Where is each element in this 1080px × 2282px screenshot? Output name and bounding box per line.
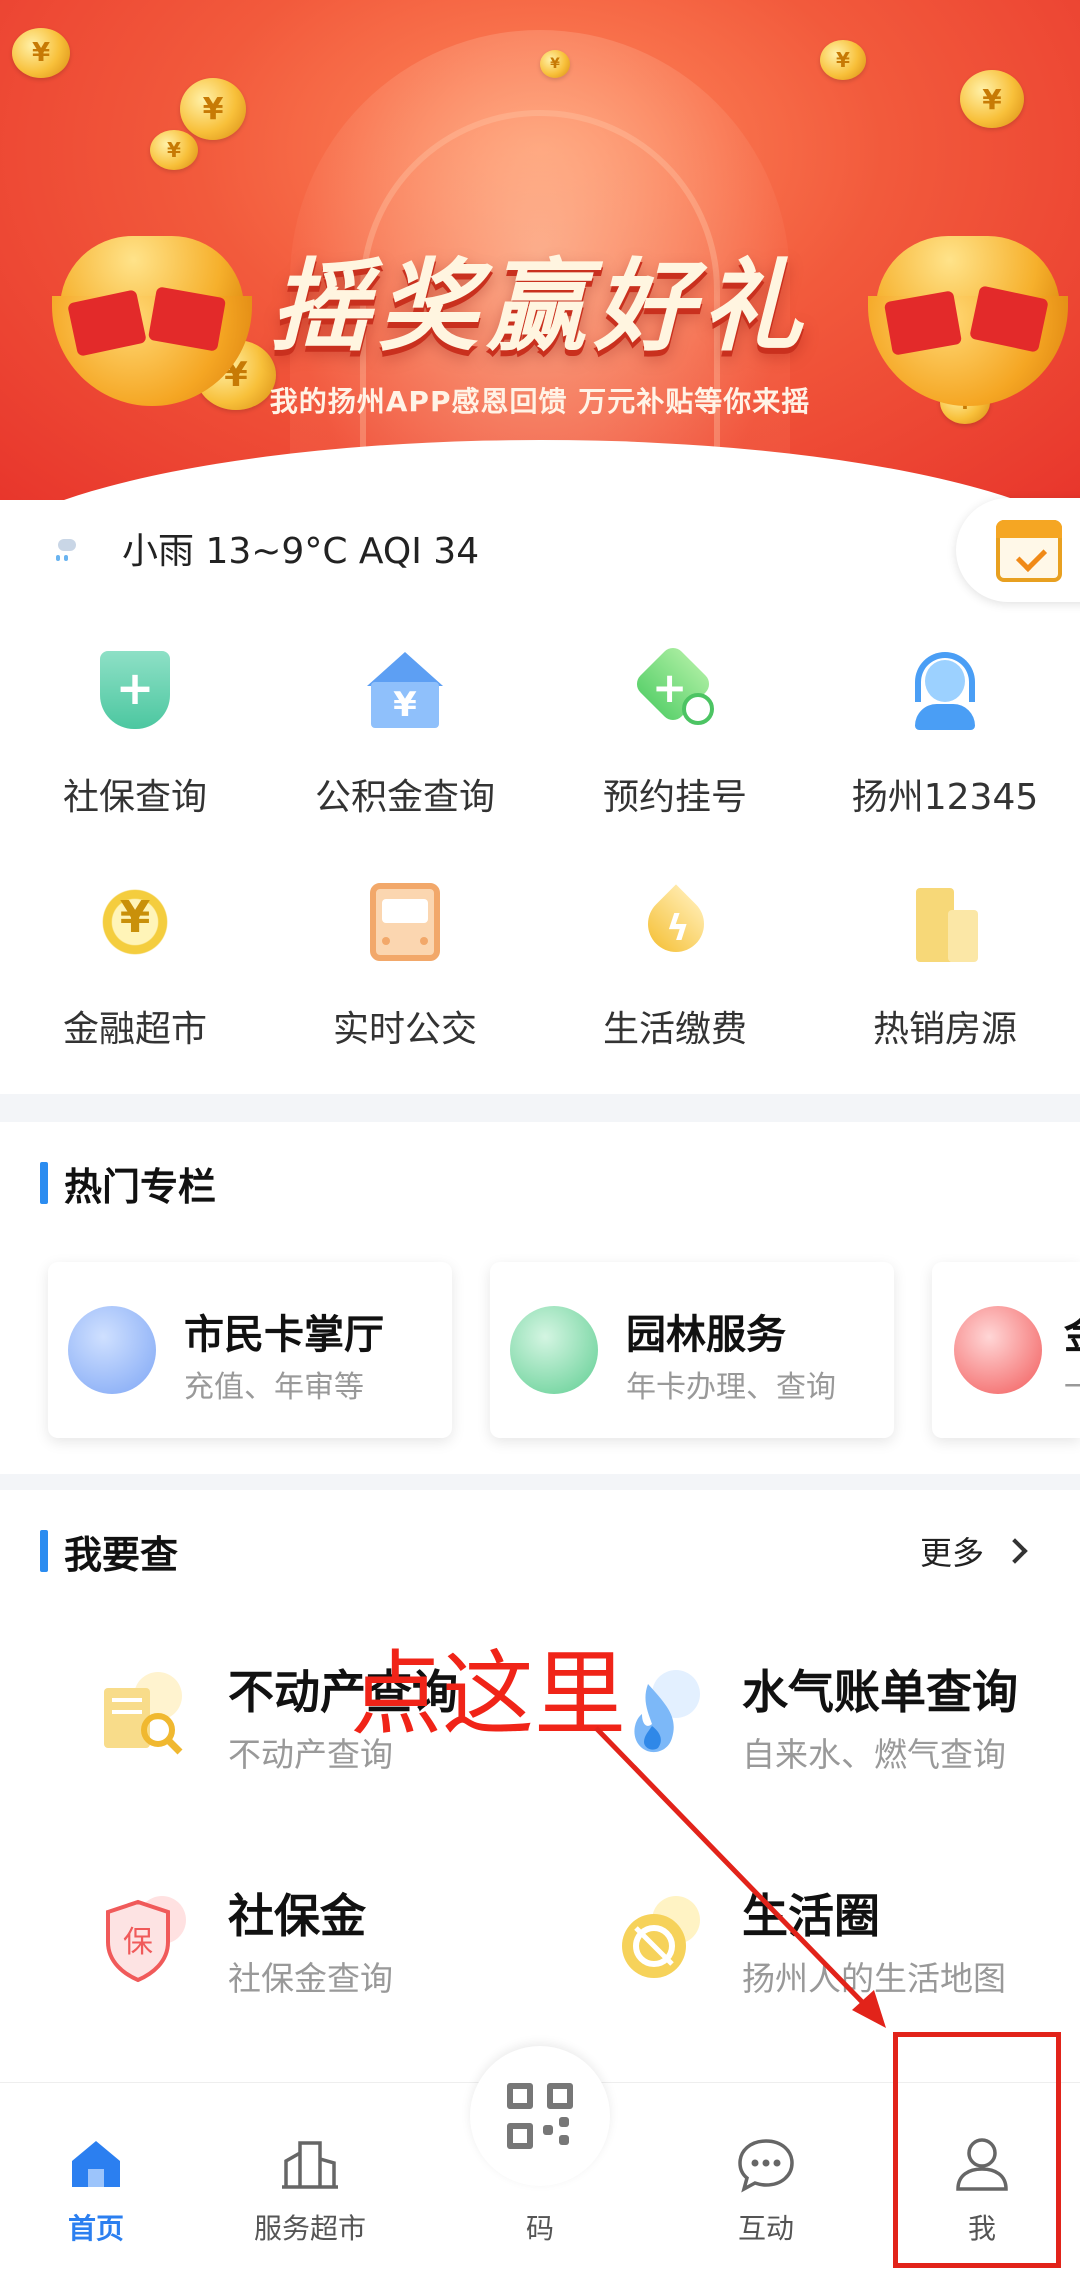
tab-interaction[interactable]: 互动 [686,2133,846,2247]
query-subtitle: 自来水、燃气查询 [742,1735,1006,1774]
hot-section-title: 热门专栏 [40,1160,216,1209]
coin-icon: ¥ [12,28,70,78]
section-accent-bar [40,1530,48,1572]
card-title: 市民卡掌厅 [184,1312,384,1358]
svg-text:保: 保 [123,1925,153,1960]
coin-icon: ¥ [820,40,866,80]
weather-bar[interactable]: 小雨 13~9°C AQI 34 [52,522,479,574]
service-utility-payment[interactable]: ϟ 生活缴费 [540,882,810,1082]
service-bus[interactable]: 实时公交 [270,882,540,1082]
section-divider [0,1474,1080,1490]
bus-icon [365,882,445,962]
section-accent-bar [40,1162,48,1204]
hotline-icon [905,650,985,730]
city-icon [280,2133,340,2193]
calendar-check-icon [996,520,1062,582]
tab-label: 服务超市 [253,2212,366,2245]
rain-cloud-icon [52,533,82,563]
finance-icon [95,882,175,962]
banner-subtitle: 我的扬州APP感恩回馈 万元补贴等你来摇 [269,385,811,418]
query-title: 水气账单查询 [742,1665,1018,1719]
query-subtitle: 扬州人的生活地图 [742,1959,1006,1998]
tab-label: 码 [525,2212,554,2245]
banner-bottom-curve [0,440,1080,500]
service-label: 生活缴费 [602,1009,747,1050]
service-label: 热销房源 [872,1009,1017,1050]
service-hotline[interactable]: 扬州12345 [810,650,1080,850]
chevron-right-icon [1002,1538,1028,1564]
section-divider [0,1094,1080,1122]
query-subtitle: 社保金查询 [228,1959,393,1998]
service-appointment[interactable]: + 预约挂号 [540,642,810,850]
service-label: 实时公交 [332,1009,477,1050]
money-bag-icon [954,1306,1042,1394]
banner-title: 摇奖赢好礼 [270,248,810,365]
tab-home[interactable]: 首页 [16,2133,176,2247]
service-label: 社保查询 [62,777,207,818]
coin-icon: ¥ [150,130,198,170]
card-title: 金 [1064,1302,1080,1360]
tab-label: 互动 [737,2212,794,2245]
card-subtitle: 一 [1064,1370,1080,1405]
query-item-life-circle[interactable]: 生活圈 扬州人的生活地图 [612,1880,1080,2020]
annotation-highlight-box [893,2032,1061,2268]
query-section-title: 我要查 [40,1528,178,1577]
hot-card-citizen-card[interactable]: 市民卡掌厅 充值、年审等 [48,1262,452,1438]
tree-icon [510,1306,598,1394]
query-title: 生活圈 [742,1889,880,1943]
service-housing-fund[interactable]: ¥ 公积金查询 [270,650,540,850]
housing-fund-icon: ¥ [365,650,445,730]
flame-icon [612,1666,712,1766]
life-circle-icon [612,1890,712,1990]
query-item-social-fund[interactable]: 保 社保金 社保金查询 [98,1880,598,2020]
tab-label: 首页 [67,2212,124,2245]
building-icon [905,882,985,962]
hot-card-garden-service[interactable]: 园林服务 年卡办理、查询 [490,1262,894,1438]
service-label: 金融超市 [62,1009,207,1050]
service-social-security[interactable]: 社保查询 [0,650,270,850]
weather-text: 小雨 13~9°C AQI 34 [122,531,480,572]
utility-payment-icon: ϟ [635,882,716,964]
hot-card-partial[interactable]: 金 一 [932,1262,1080,1438]
annotation-text: 点这里 [350,1641,627,1748]
insurance-icon: 保 [98,1890,198,1990]
service-label: 公积金查询 [314,777,495,818]
service-label: 预约挂号 [602,777,747,818]
home-icon [66,2133,126,2193]
card-subtitle: 年卡办理、查询 [626,1370,836,1405]
property-icon [98,1666,198,1766]
qr-code-button[interactable] [470,2046,610,2186]
service-label: 扬州12345 [851,777,1039,818]
service-housing-listings[interactable]: 热销房源 [810,882,1080,1082]
citizen-card-icon [68,1306,156,1394]
calendar-checkin-button[interactable] [956,498,1080,602]
chat-icon [736,2133,796,2193]
more-label: 更多 [920,1534,985,1572]
card-title: 园林服务 [626,1312,786,1358]
coin-icon: ¥ [180,78,246,140]
coin-icon: ¥ [540,50,570,78]
card-subtitle: 充值、年审等 [184,1370,364,1405]
more-link[interactable]: 更多 [920,1528,1028,1574]
service-finance[interactable]: 金融超市 [0,882,270,1082]
appointment-icon: + [631,642,715,730]
tab-service-market[interactable]: 服务超市 [230,2133,390,2247]
query-title: 社保金 [228,1889,366,1943]
query-item-utility-bill[interactable]: 水气账单查询 自来水、燃气查询 [612,1656,1080,1796]
social-security-icon [95,650,175,730]
section-title-text: 热门专栏 [64,1164,217,1209]
promo-banner[interactable]: ¥ ¥ ¥ ¥ ¥ ¥ ¥ ¥ 摇奖赢好礼 我的扬州APP感恩回馈 万元补贴等你… [0,0,1080,500]
section-title-text: 我要查 [64,1532,179,1577]
coin-icon: ¥ [960,70,1024,128]
qr-code-icon [507,2083,573,2149]
